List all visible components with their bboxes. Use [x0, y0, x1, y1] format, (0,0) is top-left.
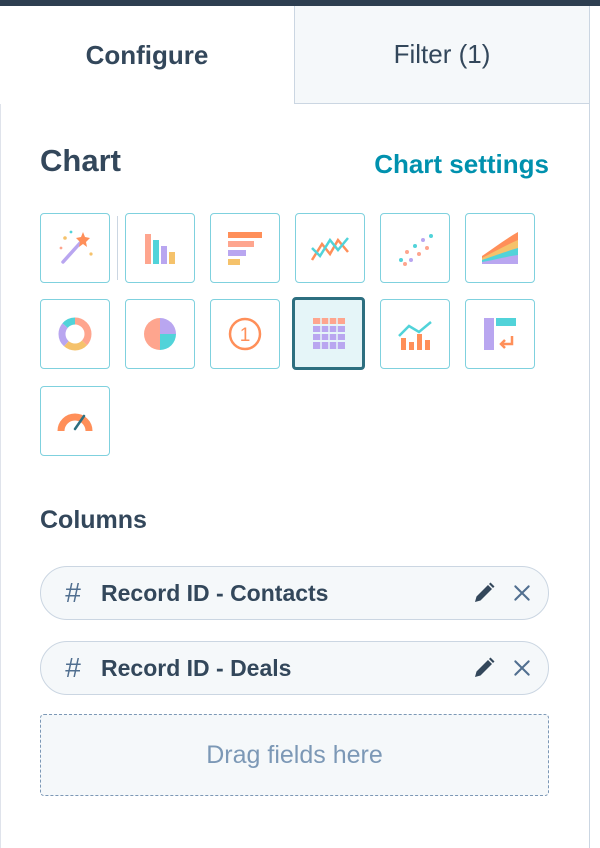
- close-icon[interactable]: [508, 579, 536, 607]
- chart-type-divider: [117, 216, 118, 280]
- column-field-pill[interactable]: # Record ID - Contacts: [40, 566, 549, 620]
- chart-type-kpi-button[interactable]: 1: [210, 299, 280, 369]
- chart-type-pivot-button[interactable]: [465, 299, 535, 369]
- column-field-label: Record ID - Contacts: [101, 579, 329, 606]
- table-grid-icon: [312, 317, 345, 349]
- vertical-bar-chart-icon: [145, 234, 175, 264]
- line-chart-icon: [310, 237, 349, 261]
- chart-type-horizontal-bar-button[interactable]: [210, 213, 280, 283]
- chart-section-title: Chart: [40, 143, 121, 178]
- columns-section-title: Columns: [40, 506, 147, 534]
- left-border: [0, 6, 1, 848]
- number-field-icon: #: [65, 652, 81, 683]
- pie-chart-icon: [144, 318, 176, 350]
- close-icon[interactable]: [508, 654, 536, 682]
- combo-chart-icon: [398, 321, 432, 350]
- chart-type-combo-button[interactable]: [380, 299, 450, 369]
- tab-configure[interactable]: Configure: [0, 6, 294, 104]
- pencil-icon[interactable]: [470, 654, 498, 682]
- chart-settings-link[interactable]: Chart settings: [374, 149, 549, 180]
- right-border: [589, 6, 590, 848]
- gauge-chart-icon: [57, 413, 93, 432]
- tab-bar: Configure Filter (1): [0, 6, 589, 104]
- column-field-pill[interactable]: # Record ID - Deals: [40, 641, 549, 695]
- horizontal-bar-chart-icon: [228, 232, 262, 265]
- chart-type-table-button[interactable]: [292, 297, 365, 370]
- tab-filter[interactable]: Filter (1): [294, 6, 589, 104]
- chart-type-gauge-button[interactable]: [40, 386, 110, 456]
- magic-wand-icon: [59, 230, 93, 264]
- donut-chart-icon: [58, 317, 92, 351]
- scatter-chart-icon: [399, 234, 433, 266]
- chart-type-donut-button[interactable]: [40, 299, 110, 369]
- chart-type-pie-button[interactable]: [125, 299, 195, 369]
- column-field-label: Record ID - Deals: [101, 654, 292, 681]
- area-chart-icon: [482, 232, 518, 264]
- kpi-number-icon: 1: [228, 317, 262, 351]
- kpi-number-text: 1: [240, 325, 251, 346]
- chart-type-scatter-button[interactable]: [380, 213, 450, 283]
- column-dropzone[interactable]: Drag fields here: [40, 714, 549, 796]
- chart-type-vertical-bar-button[interactable]: [125, 213, 195, 283]
- number-field-icon: #: [65, 577, 81, 608]
- pencil-icon[interactable]: [470, 579, 498, 607]
- pivot-table-icon: [484, 318, 516, 350]
- chart-type-area-button[interactable]: [465, 213, 535, 283]
- chart-type-line-button[interactable]: [295, 213, 365, 283]
- chart-type-magic-button[interactable]: [40, 213, 110, 283]
